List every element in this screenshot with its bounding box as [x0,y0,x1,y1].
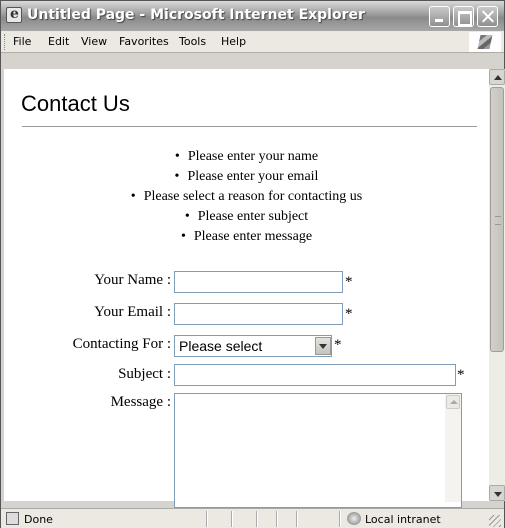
reason-select[interactable]: Please select [174,335,332,357]
chevron-down-icon[interactable] [315,337,331,355]
intranet-zone-icon [347,512,361,525]
reason-required-mark: * [334,337,342,353]
email-input[interactable] [174,303,343,325]
name-input[interactable] [174,271,343,293]
name-required-mark: * [345,274,353,290]
subject-input[interactable] [174,364,456,386]
scroll-up-icon[interactable] [446,395,460,409]
page-icon [6,512,19,525]
name-label: Your Name : [94,272,171,288]
message-label: Message : [110,394,171,410]
menu-file[interactable]: File [13,35,31,48]
subject-label: Subject : [118,366,171,382]
validation-error: Please enter your email [4,167,489,187]
internet-explorer-icon[interactable] [6,6,22,23]
reason-select-value: Please select [179,338,263,354]
status-divider [276,511,278,527]
security-zone: Local intranet [365,513,441,526]
status-divider [231,511,233,527]
status-divider [296,511,298,527]
message-textarea[interactable] [174,393,462,508]
scroll-down-icon[interactable] [489,485,505,501]
validation-summary: Please enter your name Please enter your… [4,147,489,247]
page-scrollbar[interactable] [489,69,505,501]
validation-error: Please enter your name [4,147,489,167]
close-button[interactable] [477,6,498,27]
windows-logo-icon [469,32,501,52]
menu-view[interactable]: View [81,35,107,48]
status-divider [339,511,341,527]
status-divider [206,511,208,527]
browser-window: Untitled Page - Microsoft Internet Explo… [0,0,505,528]
message-scrollbar[interactable] [445,394,461,502]
page-title: Contact Us [21,91,130,116]
status-bar: Done Local intranet [1,508,504,528]
menu-bar: File Edit View Favorites Tools Help [1,31,504,53]
maximize-button[interactable] [453,6,474,27]
scrollbar-thumb[interactable] [490,87,504,352]
toolbar-grip[interactable] [4,34,6,50]
title-bar[interactable]: Untitled Page - Microsoft Internet Explo… [1,1,504,31]
resize-grip-icon[interactable] [489,515,501,527]
reason-label: Contacting For : [72,336,171,352]
validation-error: Please enter message [4,227,489,247]
title-divider [22,126,477,127]
validation-error: Please enter subject [4,207,489,227]
email-required-mark: * [345,306,353,322]
subject-required-mark: * [457,367,465,383]
validation-error: Please select a reason for contacting us [4,187,489,207]
menu-help[interactable]: Help [221,35,246,48]
menu-favorites[interactable]: Favorites [119,35,169,48]
menu-edit[interactable]: Edit [48,35,69,48]
window-title: Untitled Page - Microsoft Internet Explo… [27,7,365,23]
minimize-button[interactable] [429,6,450,27]
status-divider [256,511,258,527]
status-text: Done [24,513,53,526]
scroll-up-icon[interactable] [489,69,505,85]
menu-tools[interactable]: Tools [179,35,206,48]
email-label: Your Email : [94,304,171,320]
